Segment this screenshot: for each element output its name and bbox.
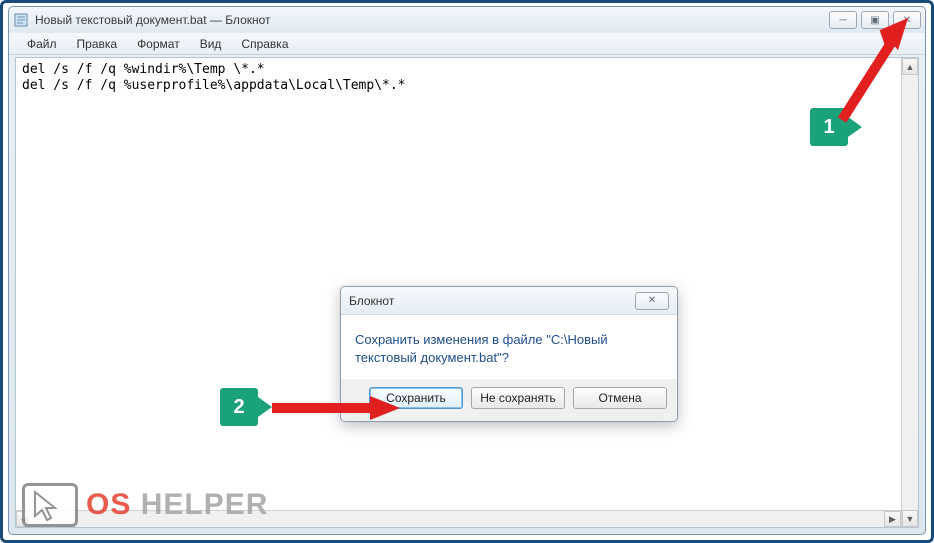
cancel-button[interactable]: Отмена xyxy=(573,387,667,409)
vertical-scrollbar[interactable]: ▲ ▼ xyxy=(901,58,918,527)
dialog-message: Сохранить изменения в файле "C:\Новый те… xyxy=(341,315,677,379)
menu-help[interactable]: Справка xyxy=(233,35,296,53)
dont-save-button[interactable]: Не сохранять xyxy=(471,387,565,409)
callout-number: 2 xyxy=(233,396,244,419)
save-dialog: Блокнот ✕ Сохранить изменения в файле "C… xyxy=(340,286,678,422)
window-controls: ─ ▣ ✕ xyxy=(829,11,921,29)
code-line-2: del /s /f /q %userprofile%\appdata\Local… xyxy=(22,78,406,93)
menu-edit[interactable]: Правка xyxy=(69,35,126,53)
scroll-down-icon[interactable]: ▼ xyxy=(902,510,918,527)
editor-content[interactable]: del /s /f /q %windir%\Temp \*.* del /s /… xyxy=(16,58,918,98)
dialog-close-button[interactable]: ✕ xyxy=(635,292,669,310)
titlebar[interactable]: Новый текстовый документ.bat — Блокнот ─… xyxy=(9,7,925,33)
window-title: Новый текстовый документ.bat — Блокнот xyxy=(35,13,829,27)
watermark-helper: HELPER xyxy=(131,488,268,521)
scroll-up-icon[interactable]: ▲ xyxy=(902,58,918,75)
annotation-callout-2: 2 xyxy=(220,388,258,426)
maximize-button[interactable]: ▣ xyxy=(861,11,889,29)
minimize-button[interactable]: ─ xyxy=(829,11,857,29)
watermark-logo: OS HELPER xyxy=(22,483,268,527)
scroll-right-icon[interactable]: ▶ xyxy=(884,511,901,527)
menu-file[interactable]: Файл xyxy=(19,35,65,53)
watermark-text: OS HELPER xyxy=(86,488,268,522)
code-line-1: del /s /f /q %windir%\Temp \*.* xyxy=(22,62,265,77)
menu-format[interactable]: Формат xyxy=(129,35,188,53)
callout-number: 1 xyxy=(823,116,834,139)
dialog-button-row: Сохранить Не сохранять Отмена xyxy=(341,379,677,421)
menubar: Файл Правка Формат Вид Справка xyxy=(9,33,925,55)
notepad-icon xyxy=(13,12,29,28)
dialog-title: Блокнот xyxy=(349,294,635,308)
menu-view[interactable]: Вид xyxy=(192,35,230,53)
notepad-window: Новый текстовый документ.bat — Блокнот ─… xyxy=(8,6,926,535)
save-button[interactable]: Сохранить xyxy=(369,387,463,409)
dialog-titlebar[interactable]: Блокнот ✕ xyxy=(341,287,677,315)
close-button[interactable]: ✕ xyxy=(893,11,921,29)
annotation-callout-1: 1 xyxy=(810,108,848,146)
watermark-os: OS xyxy=(86,488,131,521)
cursor-monitor-icon xyxy=(22,483,78,527)
